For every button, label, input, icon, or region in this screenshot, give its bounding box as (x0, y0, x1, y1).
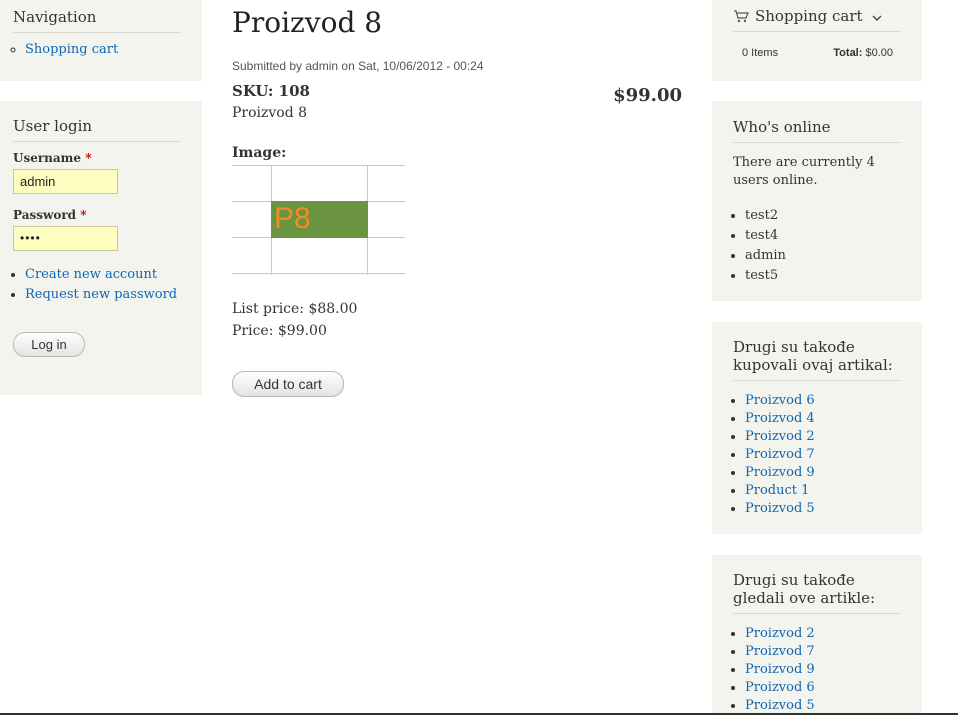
submitted-info: Submitted by admin on Sat, 10/06/2012 - … (232, 59, 484, 73)
also-viewed-title: Drugi su takođe gledali ove artikle: (733, 571, 901, 614)
navigation-block: Navigation Shopping cart (0, 0, 202, 81)
username-label: Username * (13, 151, 91, 165)
whos-online-block: Who's online There are currently 4 users… (712, 101, 922, 301)
price-display: $99.00 (613, 85, 682, 106)
cart-header[interactable]: Shopping cart (733, 7, 901, 32)
cart-items-count: 0 Items (742, 47, 779, 59)
product-content: Proizvod 8 Submitted by admin on Sat, 10… (232, 0, 684, 420)
product-link[interactable]: Proizvod 7 (745, 644, 815, 659)
product-link[interactable]: Product 1 (745, 483, 809, 498)
also-bought-title: Drugi su takođe kupovali ovaj artikal: (733, 338, 901, 381)
online-user: admin (745, 246, 901, 266)
also-bought-block: Drugi su takođe kupovali ovaj artikal: P… (712, 322, 922, 534)
username-field[interactable]: admin (13, 169, 118, 194)
list-item[interactable]: Proizvod 9 (745, 464, 901, 482)
list-item[interactable]: Proizvod 2 (745, 428, 901, 446)
cart-title: Shopping cart (755, 7, 863, 25)
cart-block: Shopping cart 0 Items Total: $0.00 (712, 0, 922, 81)
product-link[interactable]: Proizvod 9 (745, 662, 815, 677)
list-item[interactable]: Proizvod 6 (745, 392, 901, 410)
add-to-cart-button[interactable]: Add to cart (232, 371, 344, 397)
list-item[interactable]: Proizvod 2 (745, 625, 901, 643)
login-button[interactable]: Log in (13, 332, 85, 357)
whos-online-title: Who's online (733, 118, 901, 143)
sell-price: Price: $99.00 (232, 323, 327, 339)
list-item[interactable]: Proizvod 7 (745, 446, 901, 464)
user-login-title: User login (13, 117, 181, 142)
online-user: test4 (745, 226, 901, 246)
list-item[interactable]: Request new password (25, 286, 177, 304)
page-title: Proizvod 8 (232, 6, 383, 39)
sku: SKU: 108 (232, 82, 310, 100)
nav-item-shopping-cart[interactable]: Shopping cart (25, 41, 189, 59)
product-link[interactable]: Proizvod 5 (745, 698, 815, 713)
product-thumbnail: P8 (271, 201, 368, 238)
product-image[interactable]: P8 (232, 165, 405, 275)
navigation-title: Navigation (13, 8, 181, 33)
product-link[interactable]: Proizvod 6 (745, 680, 815, 695)
username-label-text: Username (13, 151, 82, 165)
list-item[interactable]: Create new account (25, 266, 177, 284)
list-item[interactable]: Proizvod 6 (745, 679, 901, 697)
password-field[interactable]: •••• (13, 226, 118, 251)
product-link[interactable]: Proizvod 7 (745, 447, 815, 462)
list-item[interactable]: Product 1 (745, 482, 901, 500)
cart-icon (734, 10, 749, 23)
cart-total: Total: $0.00 (833, 47, 893, 59)
product-link[interactable]: Proizvod 2 (745, 626, 815, 641)
also-viewed-block: Drugi su takođe gledali ove artikle: Pro… (712, 555, 922, 715)
required-mark: * (85, 151, 92, 165)
list-price: List price: $88.00 (232, 301, 358, 317)
cart-total-value: $0.00 (865, 47, 893, 59)
user-login-block: User login Username * admin Password * •… (0, 101, 202, 395)
thumbnail-text: P8 (274, 202, 311, 235)
password-label-text: Password (13, 208, 77, 222)
password-label: Password * (13, 208, 87, 222)
list-item[interactable]: Proizvod 7 (745, 643, 901, 661)
online-user: test2 (745, 206, 901, 226)
product-link[interactable]: Proizvod 2 (745, 429, 815, 444)
online-user: test5 (745, 266, 901, 286)
chevron-down-icon[interactable] (871, 13, 883, 23)
image-label: Image: (232, 145, 287, 161)
list-item[interactable]: Proizvod 5 (745, 500, 901, 518)
product-link[interactable]: Proizvod 9 (745, 465, 815, 480)
product-name: Proizvod 8 (232, 105, 308, 121)
request-password-link[interactable]: Request new password (25, 287, 177, 302)
list-item[interactable]: Proizvod 4 (745, 410, 901, 428)
create-account-link[interactable]: Create new account (25, 267, 157, 282)
required-mark: * (80, 208, 87, 222)
product-link[interactable]: Proizvod 5 (745, 501, 815, 516)
cart-total-label: Total: (833, 47, 863, 59)
whos-online-text: There are currently 4 users online. (733, 155, 875, 188)
product-link[interactable]: Proizvod 6 (745, 393, 815, 408)
list-item[interactable]: Proizvod 9 (745, 661, 901, 679)
shopping-cart-link[interactable]: Shopping cart (25, 42, 118, 57)
product-link[interactable]: Proizvod 4 (745, 411, 815, 426)
